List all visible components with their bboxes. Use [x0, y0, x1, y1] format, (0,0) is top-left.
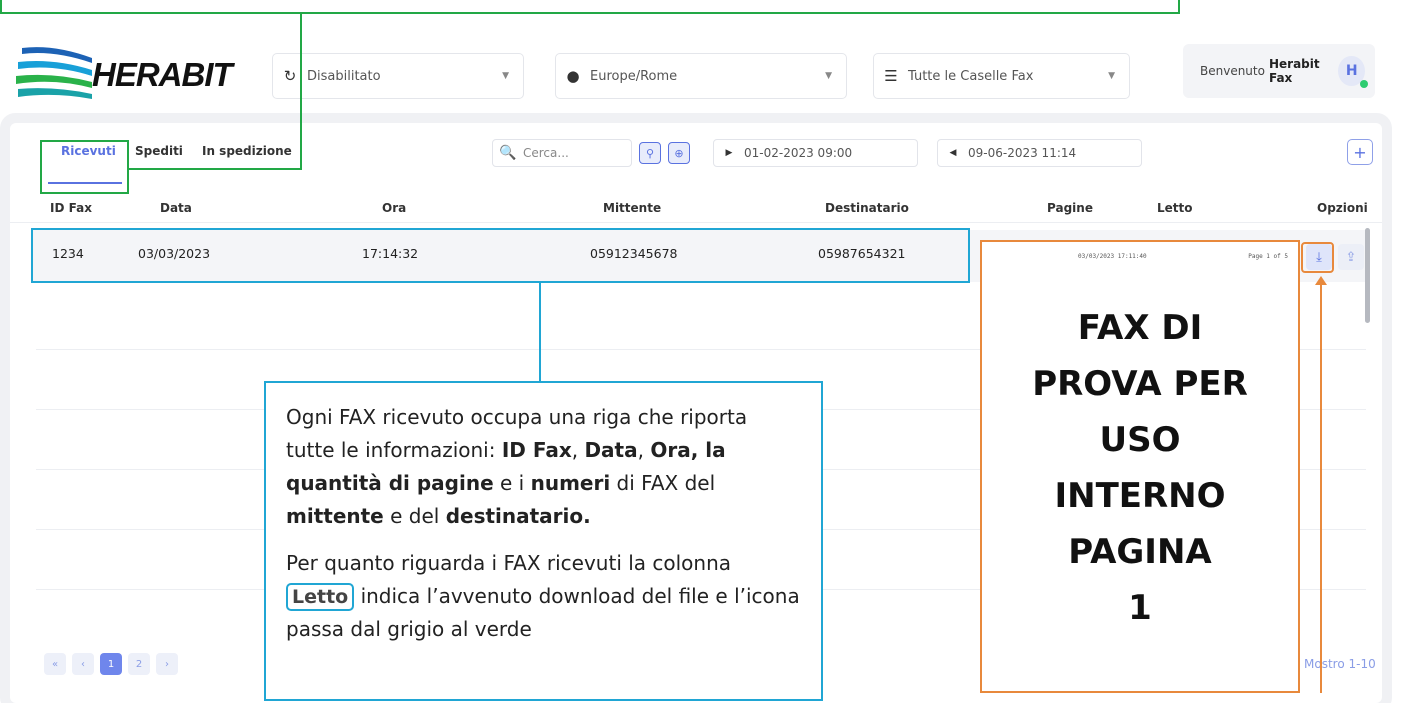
sync-select[interactable]: ↻ Disabilitato ▼	[272, 53, 524, 99]
preview-line: FAX DI	[1077, 308, 1203, 348]
sync-select-value: Disabilitato	[307, 68, 381, 84]
preview-line: USO	[1099, 420, 1181, 460]
avatar[interactable]: H	[1338, 56, 1368, 88]
search-button[interactable]: ⚲	[639, 142, 661, 164]
mailbox-select[interactable]: ☰ Tutte le Caselle Fax ▼	[873, 53, 1130, 99]
callout-text: ,	[637, 438, 651, 462]
annotation-connector	[539, 283, 541, 382]
callout-bold: ID Fax	[501, 438, 572, 462]
list-icon: ☰	[884, 67, 898, 85]
timezone-select[interactable]: ● Europe/Rome ▼	[555, 53, 847, 99]
timezone-select-value: Europe/Rome	[590, 68, 678, 84]
header-divider	[10, 222, 1382, 223]
callout-text: di FAX del	[610, 471, 716, 495]
col-mittente[interactable]: Mittente	[603, 201, 661, 215]
online-status-icon	[1360, 80, 1368, 88]
col-id-fax[interactable]: ID Fax	[50, 201, 92, 215]
annotation-callout: Ogni FAX ricevuto occupa una riga che ri…	[264, 381, 823, 701]
date-from-value: 01-02-2023 09:00	[744, 146, 853, 160]
preview-line: PROVA PER	[1032, 364, 1248, 404]
pagination: « ‹ 1 2 ›	[44, 653, 178, 675]
annotation-row-highlight	[31, 228, 970, 283]
callout-paragraph-1: Ogni FAX ricevuto occupa una riga che ri…	[286, 401, 801, 533]
page-button-2[interactable]: 2	[128, 653, 150, 675]
chevron-down-icon: ▼	[502, 71, 509, 81]
search-input[interactable]: Cerca...	[523, 146, 569, 160]
annotation-connector	[129, 168, 302, 170]
search-icon: ⚲	[645, 146, 655, 160]
caret-right-icon: ▶	[725, 148, 733, 158]
add-button[interactable]: +	[1347, 139, 1373, 165]
advanced-search-button[interactable]: ⊕	[668, 142, 690, 164]
welcome-prefix: Benvenuto	[1200, 64, 1265, 78]
prev-page-button[interactable]: ‹	[72, 653, 94, 675]
col-destinatario[interactable]: Destinatario	[825, 201, 909, 215]
page-button-1[interactable]: 1	[100, 653, 122, 675]
next-page-button[interactable]: ›	[156, 653, 178, 675]
logo-stripes-icon	[16, 47, 92, 99]
search-box[interactable]: 🔍 Cerca...	[492, 139, 632, 167]
annotation-connector	[300, 13, 302, 169]
forward-button[interactable]: ⇪	[1338, 244, 1364, 270]
callout-text: ,	[571, 438, 585, 462]
user-name: Herabit Fax	[1268, 57, 1320, 85]
preview-timestamp: 03/03/2023 17:11:40	[1078, 253, 1147, 260]
callout-bold: destinatario.	[445, 504, 591, 528]
callout-paragraph-2: Per quanto riguarda i FAX ricevuti la co…	[286, 547, 801, 646]
preview-page-info: Page 1 of 5	[1248, 253, 1288, 260]
logo-text: HERABIT	[92, 56, 233, 93]
callout-bold: numeri	[530, 471, 611, 495]
date-from-field[interactable]: ▶ 01-02-2023 09:00	[713, 139, 918, 167]
annotation-download-highlight	[1301, 242, 1334, 273]
annotation-tab-highlight	[40, 140, 129, 194]
callout-bold: Data	[584, 438, 638, 462]
plus-icon: +	[1353, 142, 1367, 162]
showing-range: Mostro 1-10	[1304, 657, 1376, 671]
callout-text: indica l’avvenuto download del file e l’…	[286, 584, 800, 641]
callout-bold: mittente	[286, 504, 384, 528]
callout-text: Per quanto riguarda i FAX ricevuti la co…	[286, 551, 732, 575]
fax-preview: 03/03/2023 17:11:40 Page 1 of 5 FAX DI P…	[980, 240, 1300, 693]
tab-sent[interactable]: Spediti	[135, 144, 183, 158]
share-icon: ⇪	[1345, 249, 1357, 265]
preview-body: FAX DI PROVA PER USO INTERNO PAGINA 1	[982, 300, 1298, 636]
date-to-field[interactable]: ◀ 09-06-2023 11:14	[937, 139, 1142, 167]
letto-chip: Letto	[286, 583, 355, 611]
scrollbar[interactable]	[1365, 228, 1370, 323]
search-icon: 🔍	[499, 145, 517, 161]
preview-line: PAGINA	[1068, 532, 1212, 572]
col-opzioni: Opzioni	[1317, 201, 1368, 215]
chevron-down-icon: ▼	[825, 71, 832, 81]
preview-line: INTERNO	[1054, 476, 1226, 516]
col-pagine[interactable]: Pagine	[1047, 201, 1093, 215]
date-to-value: 09-06-2023 11:14	[968, 146, 1077, 160]
caret-left-icon: ◀	[949, 148, 957, 158]
zoom-in-icon: ⊕	[674, 146, 684, 160]
mailbox-select-value: Tutte le Caselle Fax	[908, 68, 1034, 84]
col-data[interactable]: Data	[160, 201, 192, 215]
preview-header: 03/03/2023 17:11:40 Page 1 of 5	[1078, 253, 1288, 260]
callout-text: e del	[383, 504, 446, 528]
annotation-top-box	[0, 0, 1180, 14]
arrow-up-icon	[1315, 276, 1327, 285]
callout-text: e i	[493, 471, 531, 495]
herabit-logo: HERABIT	[14, 42, 233, 100]
user-menu[interactable]: Benvenuto Herabit Fax H	[1183, 44, 1375, 98]
clock-icon: ●	[566, 67, 580, 85]
col-letto[interactable]: Letto	[1157, 201, 1193, 215]
annotation-arrow-line	[1320, 283, 1322, 693]
tab-sending[interactable]: In spedizione	[202, 144, 292, 158]
first-page-button[interactable]: «	[44, 653, 66, 675]
preview-line: 1	[1128, 588, 1152, 628]
col-ora[interactable]: Ora	[382, 201, 406, 215]
avatar-initial: H	[1345, 63, 1358, 79]
chevron-down-icon: ▼	[1108, 71, 1115, 81]
